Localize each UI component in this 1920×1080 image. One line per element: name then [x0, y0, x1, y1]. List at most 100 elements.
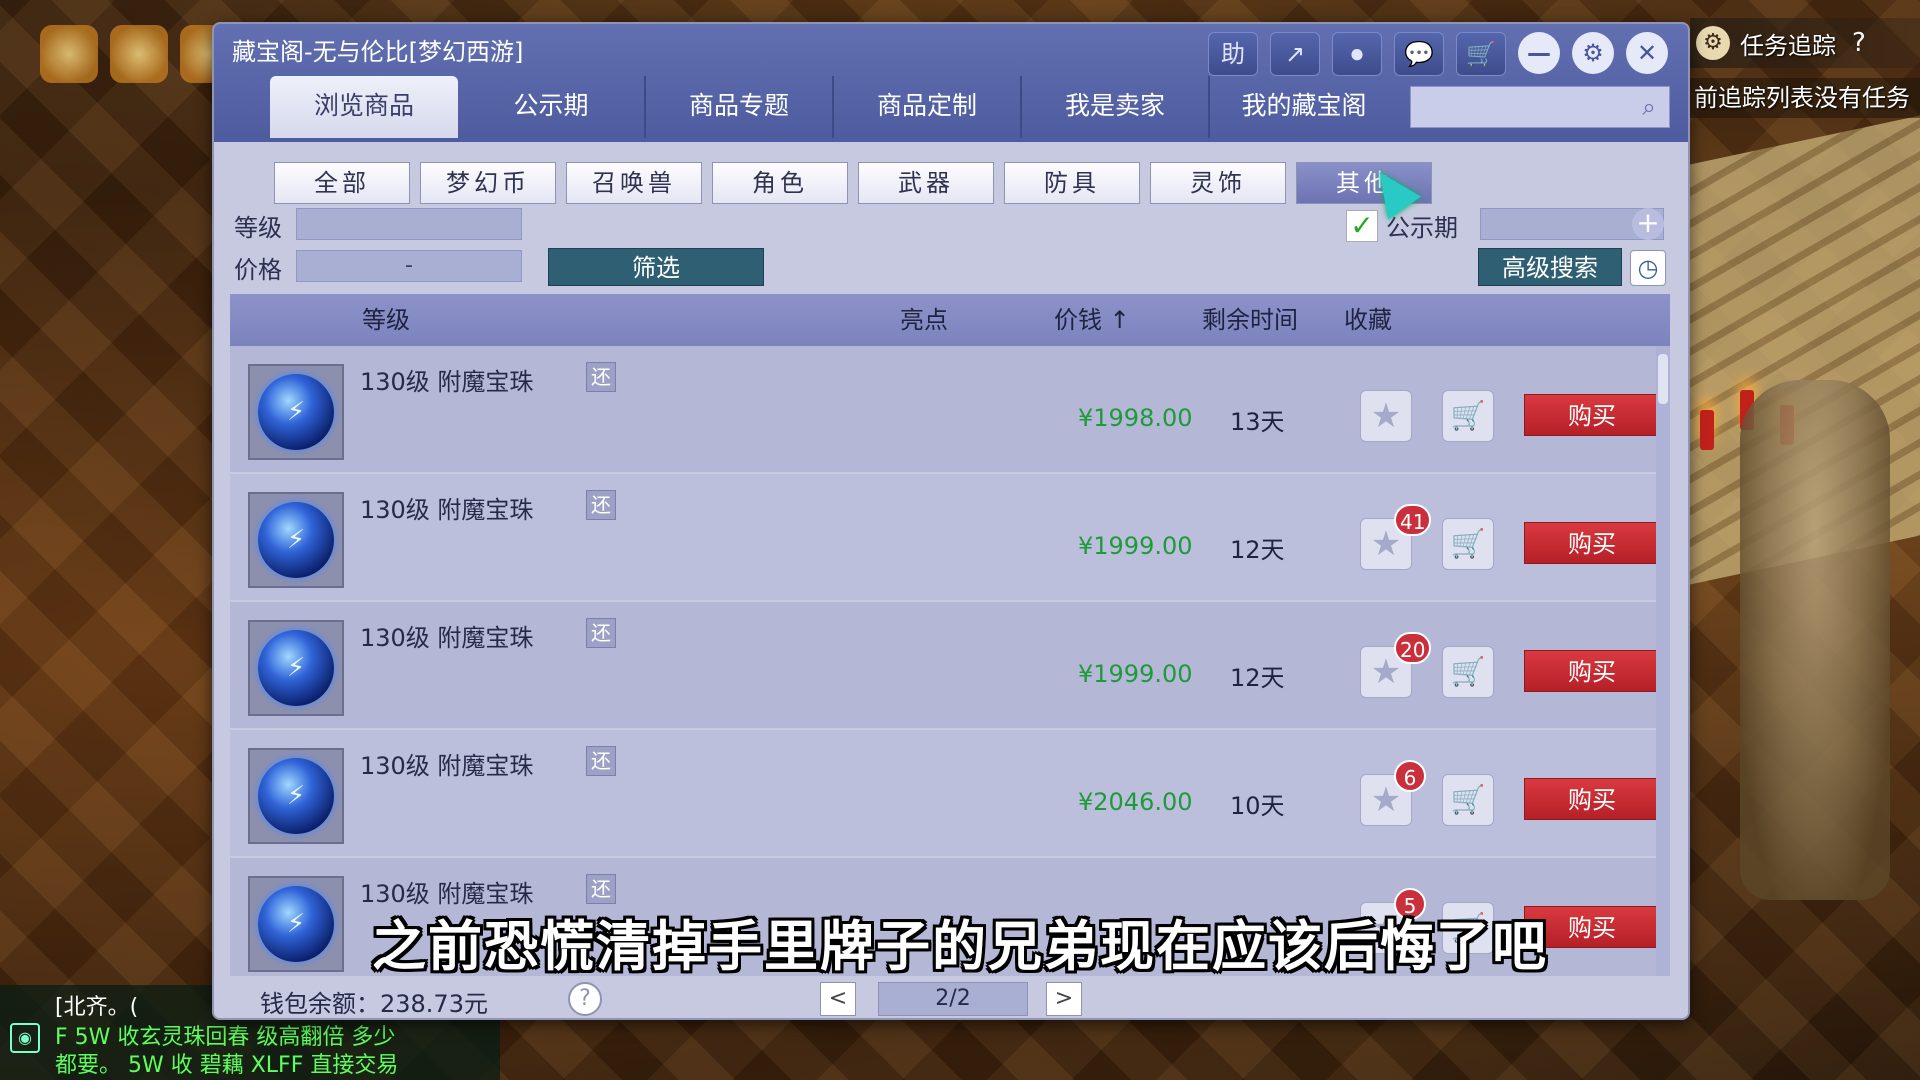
item-tag: 还	[586, 490, 616, 520]
public-checkbox[interactable]: ✓	[1346, 210, 1378, 242]
price-range-input[interactable]: -	[296, 250, 522, 282]
category-currency[interactable]: 梦幻币	[420, 162, 556, 204]
share-icon[interactable]: ↗	[1270, 32, 1320, 76]
header-time[interactable]: 剩余时间	[1202, 294, 1298, 346]
fav-count-badge: 6	[1394, 760, 1426, 792]
task-tracker-header: ⚙ 任务追踪 ?	[1690, 18, 1920, 68]
item-time: 13天	[1230, 408, 1285, 436]
item-icon[interactable]: ⚡	[248, 492, 344, 588]
listing-table: ⚡ 130级 附魔宝珠 还 ¥1998.00 13天 ★ 🛒 购买 ⚡ 130级…	[230, 346, 1656, 976]
wallet-balance: 钱包余额：238.73元	[260, 990, 488, 1018]
speaker-icon[interactable]: ◉	[10, 1023, 40, 1053]
assist-button[interactable]: 助	[1208, 32, 1258, 76]
header-level[interactable]: 等级	[362, 294, 410, 346]
tab-browse[interactable]: 浏览商品	[270, 76, 458, 138]
fav-count-badge: 20	[1394, 632, 1432, 664]
item-tag: 还	[586, 618, 616, 648]
item-time: 12天	[1230, 536, 1285, 564]
chat-line-2: 都要。 5W 收 碧藕 XLFF 直接交易	[55, 1053, 399, 1078]
item-icon[interactable]: ⚡	[248, 620, 344, 716]
category-all[interactable]: 全部	[274, 162, 410, 204]
item-price: ¥1998.00	[1078, 404, 1193, 432]
video-subtitle: 之前恐慌清掉手里牌子的兄弟现在应该后悔了吧	[372, 915, 1548, 978]
background-statue	[1740, 380, 1890, 900]
task-tracker-title: 任务追踪	[1740, 31, 1836, 60]
table-row[interactable]: ⚡ 130级 附魔宝珠 还 ¥1998.00 13天 ★ 🛒 购买	[230, 346, 1656, 474]
buy-button[interactable]: 购买	[1524, 394, 1656, 436]
category-weapons[interactable]: 武器	[858, 162, 994, 204]
item-tag: 还	[586, 746, 616, 776]
table-row[interactable]: ⚡ 130级 附魔宝珠 还 ¥1999.00 12天 ★ 41 🛒 购买	[230, 474, 1656, 602]
next-page-button[interactable]: >	[1046, 982, 1082, 1016]
scrollbar-track[interactable]	[1656, 346, 1670, 976]
item-name: 130级 附魔宝珠	[360, 368, 534, 396]
item-icon[interactable]: ⚡	[248, 748, 344, 844]
price-label: 价格	[234, 256, 282, 284]
search-input[interactable]: ⌕	[1410, 86, 1670, 128]
settings-icon[interactable]: ⚙	[1572, 32, 1614, 74]
tab-custom[interactable]: 商品定制	[834, 76, 1022, 138]
table-row[interactable]: ⚡ 130级 附魔宝珠 还 ¥2046.00 10天 ★ 6 🛒 购买	[230, 730, 1656, 858]
page-indicator: 2/2	[878, 982, 1028, 1016]
prev-page-button[interactable]: <	[820, 982, 856, 1016]
chat-sender: [北齐。(	[55, 995, 139, 1020]
star-icon[interactable]: ★	[1360, 390, 1412, 442]
table-row[interactable]: ⚡ 130级 附魔宝珠 还 ¥1999.00 12天 ★ 20 🛒 购买	[230, 602, 1656, 730]
header-highlight[interactable]: 亮点	[900, 294, 948, 346]
cart-icon[interactable]: 🛒	[1442, 390, 1494, 442]
category-accessories[interactable]: 灵饰	[1150, 162, 1286, 204]
item-name: 130级 附魔宝珠	[360, 624, 534, 652]
gear-icon[interactable]: ⚙	[1696, 26, 1730, 60]
tab-seller[interactable]: 我是卖家	[1022, 76, 1210, 138]
scrollbar-thumb[interactable]	[1658, 354, 1668, 404]
record-icon[interactable]: ⏺	[1332, 32, 1382, 76]
buy-button[interactable]: 购买	[1524, 778, 1656, 820]
filter-button[interactable]: 筛选	[548, 248, 764, 286]
window-title: 藏宝阁-无与伦比[梦幻西游]	[232, 38, 524, 66]
game-top-left-icons	[40, 25, 238, 83]
item-tag: 还	[586, 362, 616, 392]
advanced-search-button[interactable]: 高级搜索	[1478, 248, 1622, 286]
tab-topics[interactable]: 商品专题	[646, 76, 834, 138]
buy-button[interactable]: 购买	[1524, 522, 1656, 564]
item-price: ¥2046.00	[1078, 788, 1193, 816]
item-icon[interactable]: ⚡	[248, 364, 344, 460]
header-fav[interactable]: 收藏	[1344, 294, 1392, 346]
title-bar[interactable]: 藏宝阁-无与伦比[梦幻西游] 助 ↗ ⏺ 💬 🛒 — ⚙ ✕ 浏览商品 公示期 …	[214, 24, 1688, 142]
tab-public[interactable]: 公示期	[458, 76, 646, 138]
item-time: 10天	[1230, 792, 1285, 820]
task-tracker: ⚙ 任务追踪 ? 前追踪列表没有任务	[1690, 18, 1920, 128]
orb-icon: ⚡	[258, 630, 334, 706]
buy-button[interactable]: 购买	[1524, 650, 1656, 692]
item-tag: 还	[586, 874, 616, 904]
help-icon[interactable]: ?	[568, 982, 602, 1016]
cart-icon[interactable]: 🛒	[1442, 646, 1494, 698]
plus-icon[interactable]: +	[1632, 208, 1664, 240]
tab-my-pavilion[interactable]: 我的藏宝阁	[1210, 76, 1398, 138]
item-name: 130级 附魔宝珠	[360, 752, 534, 780]
category-pets[interactable]: 召唤兽	[566, 162, 702, 204]
cart-icon[interactable]: 🛒	[1442, 774, 1494, 826]
close-icon[interactable]: ✕	[1626, 32, 1668, 74]
level-label: 等级	[234, 214, 282, 242]
task-tracker-help[interactable]: ?	[1852, 28, 1866, 58]
search-icon[interactable]: ⌕	[1635, 93, 1663, 121]
task-tracker-message: 前追踪列表没有任务	[1690, 78, 1920, 118]
cart-icon[interactable]: 🛒	[1456, 32, 1506, 76]
window-controls: 助 ↗ ⏺ 💬 🛒 — ⚙ ✕	[1208, 32, 1668, 76]
category-roles[interactable]: 角色	[712, 162, 848, 204]
main-tabs: 浏览商品 公示期 商品专题 商品定制 我是卖家 我的藏宝阁	[270, 76, 1398, 138]
item-time: 12天	[1230, 664, 1285, 692]
treasure-pavilion-window: 藏宝阁-无与伦比[梦幻西游] 助 ↗ ⏺ 💬 🛒 — ⚙ ✕ 浏览商品 公示期 …	[212, 22, 1690, 1020]
gift-icon[interactable]	[110, 25, 168, 83]
category-bar: 全部 梦幻币 召唤兽 角色 武器 防具 灵饰 其他	[274, 162, 1432, 204]
header-price[interactable]: 价钱 ↑	[1054, 294, 1130, 346]
category-armor[interactable]: 防具	[1004, 162, 1140, 204]
cart-icon[interactable]: 🛒	[1442, 518, 1494, 570]
level-input[interactable]	[296, 208, 522, 240]
chat-icon[interactable]: 💬	[1394, 32, 1444, 76]
minimize-icon[interactable]: —	[1518, 32, 1560, 74]
bag-icon[interactable]	[40, 25, 98, 83]
fav-count-badge: 41	[1394, 504, 1432, 536]
history-clock-icon[interactable]: ◷	[1630, 250, 1666, 286]
